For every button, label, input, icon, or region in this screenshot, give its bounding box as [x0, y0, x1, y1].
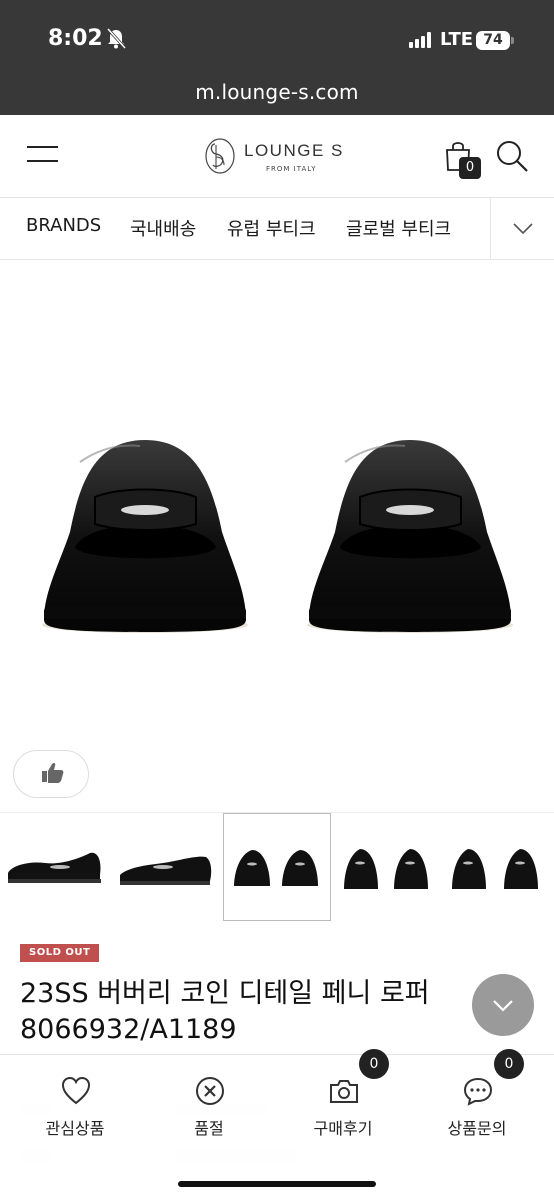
status-bar: 8:02 LTE 74 m.lounge-s.com: [0, 0, 554, 115]
battery-icon: 74: [476, 31, 510, 50]
chevron-down-icon: [513, 223, 533, 235]
loafer-pair-image: [42, 440, 513, 633]
reviews-label: 구매후기: [313, 1119, 373, 1138]
scroll-down-button[interactable]: [472, 974, 534, 1036]
logo-text: LOUNGE S: [244, 141, 344, 160]
logo-mark-icon: [205, 138, 235, 174]
sold-out-label: 품절: [194, 1119, 224, 1138]
thumbnail-strip: [0, 812, 554, 922]
product-code: 8066932/A1189: [20, 1014, 237, 1045]
nav-item-domestic[interactable]: 국내배송: [130, 215, 196, 241]
nav-item-europe-boutique[interactable]: 유럽 부티크: [227, 215, 316, 241]
thumbs-up-icon: [42, 762, 64, 783]
menu-icon[interactable]: [27, 146, 58, 164]
cart-count-badge: 0: [459, 157, 481, 179]
chat-icon: [463, 1077, 493, 1106]
nav-item-brands[interactable]: BRANDS: [26, 215, 101, 236]
sold-out-badge: SOLD OUT: [20, 944, 100, 962]
category-nav: BRANDS 국내배송 유럽 부티크 글로벌 부티크: [0, 198, 554, 260]
address-bar[interactable]: m.lounge-s.com: [0, 80, 554, 104]
wishlist-label: 관심상품: [45, 1119, 105, 1138]
network-type: LTE: [440, 29, 474, 50]
bottom-action-bar: 관심상품 품절 구매후기 0 상품문의 0: [0, 1049, 554, 1200]
thumbnail-5[interactable]: [446, 813, 554, 921]
thumbnail-3[interactable]: [223, 813, 331, 921]
reviews-button[interactable]: 구매후기 0: [274, 1049, 412, 1145]
inquiry-label: 상품문의: [447, 1119, 507, 1138]
site-header: LOUNGE S FROM ITALY 0: [0, 115, 554, 198]
heart-icon: [61, 1076, 91, 1105]
inquiry-button[interactable]: 상품문의 0: [408, 1049, 546, 1145]
reviews-count-badge: 0: [359, 1049, 389, 1079]
thumbnail-2[interactable]: [108, 813, 216, 921]
wishlist-button[interactable]: 관심상품: [6, 1055, 144, 1145]
search-icon[interactable]: [495, 139, 529, 173]
thumbnail-1[interactable]: [0, 813, 108, 921]
product-main-image[interactable]: [0, 262, 554, 810]
battery-tip: [511, 37, 514, 44]
nav-item-global-boutique[interactable]: 글로벌 부티크: [346, 215, 451, 241]
x-circle-icon: [196, 1077, 224, 1105]
thumbnail-4[interactable]: [334, 813, 442, 921]
inquiry-count-badge: 0: [494, 1049, 524, 1079]
like-button[interactable]: [13, 750, 89, 798]
home-indicator[interactable]: [178, 1181, 376, 1187]
chevron-down-icon: [493, 1000, 513, 1012]
site-logo[interactable]: LOUNGE S FROM ITALY: [204, 135, 354, 179]
status-time: 8:02: [48, 26, 103, 51]
bell-muted-icon: [106, 28, 126, 50]
logo-subtitle: FROM ITALY: [266, 165, 317, 173]
cart-button[interactable]: 0: [444, 140, 484, 180]
camera-icon: [330, 1080, 358, 1103]
product-title: 23SS 버버리 코인 디테일 페니 로퍼: [20, 978, 430, 1009]
nav-expand-button[interactable]: [490, 198, 554, 259]
sold-out-status-button[interactable]: 품절: [140, 1055, 278, 1145]
